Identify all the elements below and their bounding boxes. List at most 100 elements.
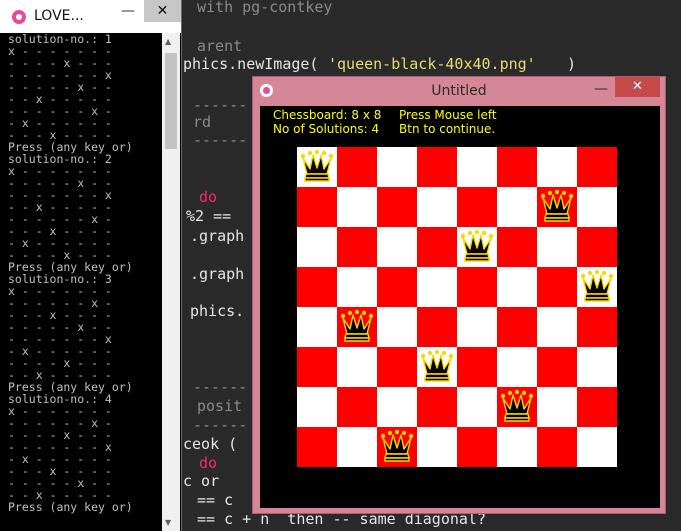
- code-line: rd: [193, 113, 212, 131]
- board-square[interactable]: [337, 387, 377, 427]
- code-line: .graph: [190, 265, 245, 283]
- game-titlebar[interactable]: Untitled — ✕: [253, 77, 665, 105]
- board-square[interactable]: [297, 227, 337, 267]
- close-button[interactable]: ✕: [144, 0, 181, 22]
- board-square[interactable]: [337, 147, 377, 187]
- minimize-button[interactable]: —: [116, 3, 140, 21]
- queen-icon: [537, 187, 577, 227]
- queen-icon: [337, 307, 377, 347]
- board-square[interactable]: [377, 387, 417, 427]
- board-square[interactable]: [297, 387, 337, 427]
- board-square[interactable]: [377, 347, 417, 387]
- console-scrollbar[interactable]: ▲ ▼: [162, 33, 180, 531]
- code-line: ------: [193, 96, 248, 114]
- scroll-down-arrow-icon[interactable]: ▼: [165, 518, 171, 527]
- board-square[interactable]: [377, 187, 417, 227]
- board-square[interactable]: [337, 227, 377, 267]
- board-square[interactable]: [417, 307, 457, 347]
- queen-icon: [497, 387, 537, 427]
- hint-line-1: Press Mouse left: [399, 108, 497, 122]
- console-line: Press (any key or): [8, 500, 133, 514]
- board-square[interactable]: [497, 227, 537, 267]
- board-square[interactable]: [337, 427, 377, 467]
- board-square[interactable]: [377, 147, 417, 187]
- board-square[interactable]: [497, 187, 537, 227]
- queen-icon: [297, 147, 337, 187]
- board-square[interactable]: [417, 267, 457, 307]
- board-square[interactable]: [577, 187, 617, 227]
- code-line: posit: [197, 397, 243, 415]
- code-line: do: [199, 454, 218, 472]
- board-square[interactable]: [337, 267, 377, 307]
- board-square[interactable]: [577, 307, 617, 347]
- code-line: do: [199, 188, 218, 206]
- board-square[interactable]: [377, 267, 417, 307]
- board-square[interactable]: [537, 387, 577, 427]
- code-line: 'queen-black-40x40.png': [328, 55, 536, 73]
- code-line: == c: [197, 491, 234, 509]
- board-square[interactable]: [457, 307, 497, 347]
- board-square[interactable]: [297, 307, 337, 347]
- code-line: ): [567, 55, 577, 73]
- queen-icon: [457, 227, 497, 267]
- queen-icon: [417, 347, 457, 387]
- queen-icon: [577, 267, 617, 307]
- board-square[interactable]: [297, 187, 337, 227]
- console-window[interactable]: LOVE... — ✕ solution-no.: 1x - - - - - -…: [0, 0, 182, 531]
- board-square[interactable]: [497, 147, 537, 187]
- board-square[interactable]: [457, 267, 497, 307]
- board-square[interactable]: [497, 427, 537, 467]
- board-square[interactable]: [537, 267, 577, 307]
- board-square[interactable]: [537, 347, 577, 387]
- console-output: solution-no.: 1x - - - - - - -- - - - x …: [8, 33, 158, 531]
- game-canvas[interactable]: Chessboard: 8 x 8 Press Mouse left No of…: [260, 106, 660, 508]
- solutions-count-label: No of Solutions: 4: [273, 122, 380, 136]
- board-square[interactable]: [457, 387, 497, 427]
- board-square[interactable]: [417, 187, 457, 227]
- board-square[interactable]: [417, 427, 457, 467]
- board-square[interactable]: [537, 227, 577, 267]
- code-line: arent: [197, 37, 243, 55]
- minimize-button[interactable]: —: [589, 81, 613, 97]
- board-square[interactable]: [457, 187, 497, 227]
- hint-line-2: Btn to continue.: [399, 122, 496, 136]
- board-square[interactable]: [377, 227, 417, 267]
- board-square[interactable]: [577, 387, 617, 427]
- board-square[interactable]: [417, 387, 457, 427]
- board-square[interactable]: [537, 307, 577, 347]
- game-window[interactable]: Untitled — ✕ Chessboard: 8 x 8 Press Mou…: [252, 76, 666, 514]
- board-square[interactable]: [417, 147, 457, 187]
- console-titlebar[interactable]: LOVE... — ✕: [0, 0, 181, 33]
- scroll-up-arrow-icon[interactable]: ▲: [165, 37, 171, 46]
- code-line: ceok (: [183, 435, 238, 453]
- code-line: ------: [193, 378, 248, 396]
- board-square[interactable]: [297, 267, 337, 307]
- board-square[interactable]: [297, 347, 337, 387]
- board-square[interactable]: [497, 347, 537, 387]
- board-square[interactable]: [417, 227, 457, 267]
- board-square[interactable]: [537, 147, 577, 187]
- chessboard[interactable]: [297, 147, 617, 467]
- board-square[interactable]: [577, 347, 617, 387]
- board-square[interactable]: [457, 147, 497, 187]
- board-square[interactable]: [337, 187, 377, 227]
- scrollbar-thumb[interactable]: [165, 53, 177, 149]
- board-square[interactable]: [497, 267, 537, 307]
- console-title: LOVE...: [34, 8, 84, 24]
- board-square[interactable]: [577, 227, 617, 267]
- board-square[interactable]: [537, 427, 577, 467]
- board-square[interactable]: [457, 427, 497, 467]
- code-line: phics.newImage(: [183, 55, 319, 73]
- board-square[interactable]: [577, 147, 617, 187]
- code-line: ------: [193, 131, 248, 149]
- love-app-icon: [12, 10, 26, 24]
- board-square[interactable]: [337, 347, 377, 387]
- board-square[interactable]: [497, 307, 537, 347]
- close-button[interactable]: ✕: [615, 77, 660, 97]
- board-square[interactable]: [377, 307, 417, 347]
- code-line: %2 ==: [186, 207, 232, 225]
- code-line: .graph: [190, 227, 245, 245]
- board-square[interactable]: [577, 427, 617, 467]
- board-square[interactable]: [297, 427, 337, 467]
- board-square[interactable]: [457, 347, 497, 387]
